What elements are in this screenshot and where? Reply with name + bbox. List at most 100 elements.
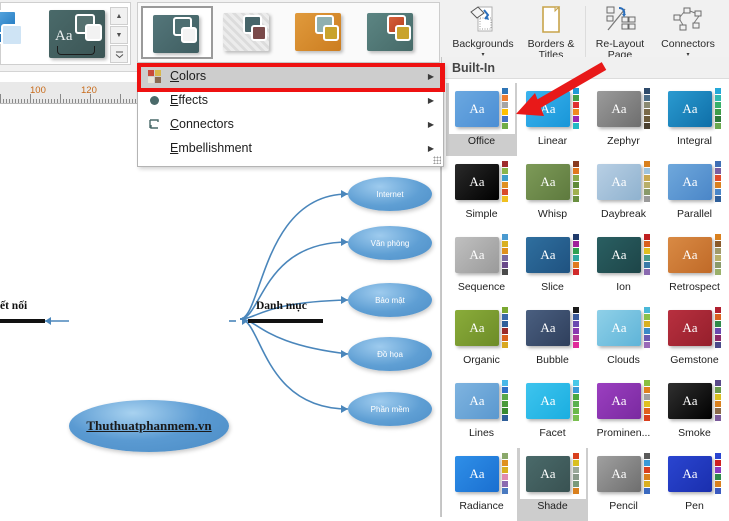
gallery-more-button[interactable] [110, 45, 128, 63]
right-branch-line [248, 319, 323, 323]
theme-item-lines[interactable]: Aa Lines [446, 375, 517, 448]
theme-aa-glyph: Aa [540, 100, 556, 116]
menu-item-embellishment[interactable]: Embellishment ▶ [138, 136, 443, 160]
menu-item-colors[interactable]: Colors ▶ [138, 64, 443, 88]
connectors-submenu-arrow-icon[interactable]: ▶ [428, 120, 434, 129]
borders-titles-icon [534, 4, 568, 36]
theme-item-sequence[interactable]: Aa Sequence [446, 229, 517, 302]
menu-item-connectors-label: Connectors [170, 117, 234, 131]
theme-card: Aa [668, 309, 712, 346]
current-theme-thumbnail[interactable]: Aa [49, 9, 105, 58]
theme-aa-glyph: Aa [611, 100, 627, 116]
relayout-page-icon [603, 4, 637, 36]
theme-swatch-wrap: Aa [591, 375, 657, 426]
theme-item-pencil[interactable]: Aa Pencil [588, 448, 659, 521]
mindmap-child-node-phanmem[interactable]: Phần mềm [348, 392, 432, 426]
theme-item-office[interactable]: Aa Office [446, 83, 517, 156]
horizontal-ruler: 100 120 [0, 82, 137, 104]
theme-item-prominen[interactable]: Aa Prominen... [588, 375, 659, 448]
theme-aa-glyph: Aa [611, 465, 627, 481]
theme-item-pen[interactable]: Aa Pen [659, 448, 729, 521]
colors-submenu-arrow-icon[interactable]: ▶ [428, 72, 434, 81]
theme-swatch-wrap: Aa [662, 375, 728, 426]
theme-card: Aa [526, 309, 570, 346]
theme-item-radiance[interactable]: Aa Radiance [446, 448, 517, 521]
theme-card: Aa [455, 382, 499, 419]
theme-color-dots [573, 234, 579, 275]
menu-resize-grip[interactable] [433, 156, 441, 164]
ribbon-theme-gallery[interactable] [137, 2, 440, 63]
theme-item-parallel[interactable]: Aa Parallel [659, 156, 729, 229]
theme-color-dots [573, 380, 579, 421]
theme-name-label: Pencil [609, 500, 638, 512]
ribbon-gallery-scrollbar[interactable]: ▲ ▼ [110, 7, 128, 63]
ribbon-theme-item-4[interactable] [357, 6, 429, 59]
theme-item-integral[interactable]: Aa Integral [659, 83, 729, 156]
theme-card: Aa [526, 382, 570, 419]
theme-item-clouds[interactable]: Aa Clouds [588, 302, 659, 375]
scroll-up-button[interactable]: ▲ [110, 7, 128, 25]
theme-color-dots [715, 88, 721, 129]
theme-card: Aa [455, 163, 499, 200]
theme-item-smoke[interactable]: Aa Smoke [659, 375, 729, 448]
menu-item-connectors[interactable]: Connectors ▶ [138, 112, 443, 136]
red-highlight-edge [441, 63, 445, 92]
theme-color-dots [573, 88, 579, 129]
theme-item-linear[interactable]: Aa Linear [517, 83, 588, 156]
embellishment-submenu-arrow-icon[interactable]: ▶ [428, 144, 434, 153]
theme-color-dots [644, 161, 650, 202]
theme-color-dots [502, 161, 508, 202]
theme-swatch-wrap: Aa [591, 229, 657, 280]
theme-item-simple[interactable]: Aa Simple [446, 156, 517, 229]
theme-name-label: Retrospect [669, 281, 720, 293]
ribbon-theme-item-2[interactable] [213, 6, 285, 59]
ribbon-theme-item-3[interactable] [285, 6, 357, 59]
theme-item-shade[interactable]: Aa Shade [517, 448, 588, 521]
left-branch-label: ết nối [0, 300, 28, 312]
theme-swatch-wrap: Aa [591, 302, 657, 353]
theme-name-label: Bubble [536, 354, 569, 366]
mindmap-child-node-dohoa[interactable]: Đồ họa [348, 337, 432, 371]
theme-color-dots [502, 88, 508, 129]
theme-item-ion[interactable]: Aa Ion [588, 229, 659, 302]
theme-item-daybreak[interactable]: Aa Daybreak [588, 156, 659, 229]
theme-item-slice[interactable]: Aa Slice [517, 229, 588, 302]
theme-aa-glyph: Aa [682, 246, 698, 262]
theme-card: Aa [668, 382, 712, 419]
mindmap-child-node-vanphong[interactable]: Văn phòng [348, 226, 432, 260]
connectors-shape-icon [142, 115, 166, 133]
theme-color-dots [715, 307, 721, 348]
theme-color-dots [502, 234, 508, 275]
theme-item-whisp[interactable]: Aa Whisp [517, 156, 588, 229]
theme-card: Aa [597, 163, 641, 200]
effects-submenu-arrow-icon[interactable]: ▶ [428, 96, 434, 105]
theme-item-bubble[interactable]: Aa Bubble [517, 302, 588, 375]
theme-item-gemstone[interactable]: Aa Gemstone [659, 302, 729, 375]
theme-swatch-wrap: Aa [662, 83, 728, 134]
scroll-down-button[interactable]: ▼ [110, 26, 128, 44]
theme-options-menu[interactable]: Colors ▶ Effects ▶ Connectors ▶ Embellis… [137, 63, 444, 167]
theme-item-retrospect[interactable]: Aa Retrospect [659, 229, 729, 302]
ribbon-theme-preview-group: Aa ▲ ▼ [0, 2, 131, 65]
theme-color-dots [573, 307, 579, 348]
menu-item-colors-label: Colors [170, 69, 207, 83]
theme-swatch-wrap: Aa [449, 375, 515, 426]
mindmap-child-node-internet[interactable]: Internet [348, 177, 432, 211]
mindmap-child-node-baomat[interactable]: Bảo mật [348, 283, 432, 317]
child-node-label: Văn phòng [370, 238, 410, 248]
mindmap-center-node[interactable]: Thuthuatphanmem.vn [69, 400, 229, 452]
theme-color-dots [573, 161, 579, 202]
theme-name-label: Facet [539, 427, 566, 439]
theme-swatch-wrap: Aa [449, 156, 515, 207]
theme-color-dots [715, 453, 721, 494]
theme-name-label: Integral [676, 135, 713, 147]
theme-item-organic[interactable]: Aa Organic [446, 302, 517, 375]
ribbon-theme-item-1[interactable] [141, 6, 213, 59]
center-node-label: Thuthuatphanmem.vn [86, 418, 212, 433]
theme-swatch-wrap: Aa [520, 302, 586, 353]
right-branch-label: Danh mục [256, 300, 307, 312]
theme-item-zephyr[interactable]: Aa Zephyr [588, 83, 659, 156]
theme-grid[interactable]: Aa Office Aa Linear Aa Zephyr Aa Integral Aa Simp… [442, 79, 729, 521]
menu-item-effects[interactable]: Effects ▶ [138, 88, 443, 112]
theme-item-facet[interactable]: Aa Facet [517, 375, 588, 448]
